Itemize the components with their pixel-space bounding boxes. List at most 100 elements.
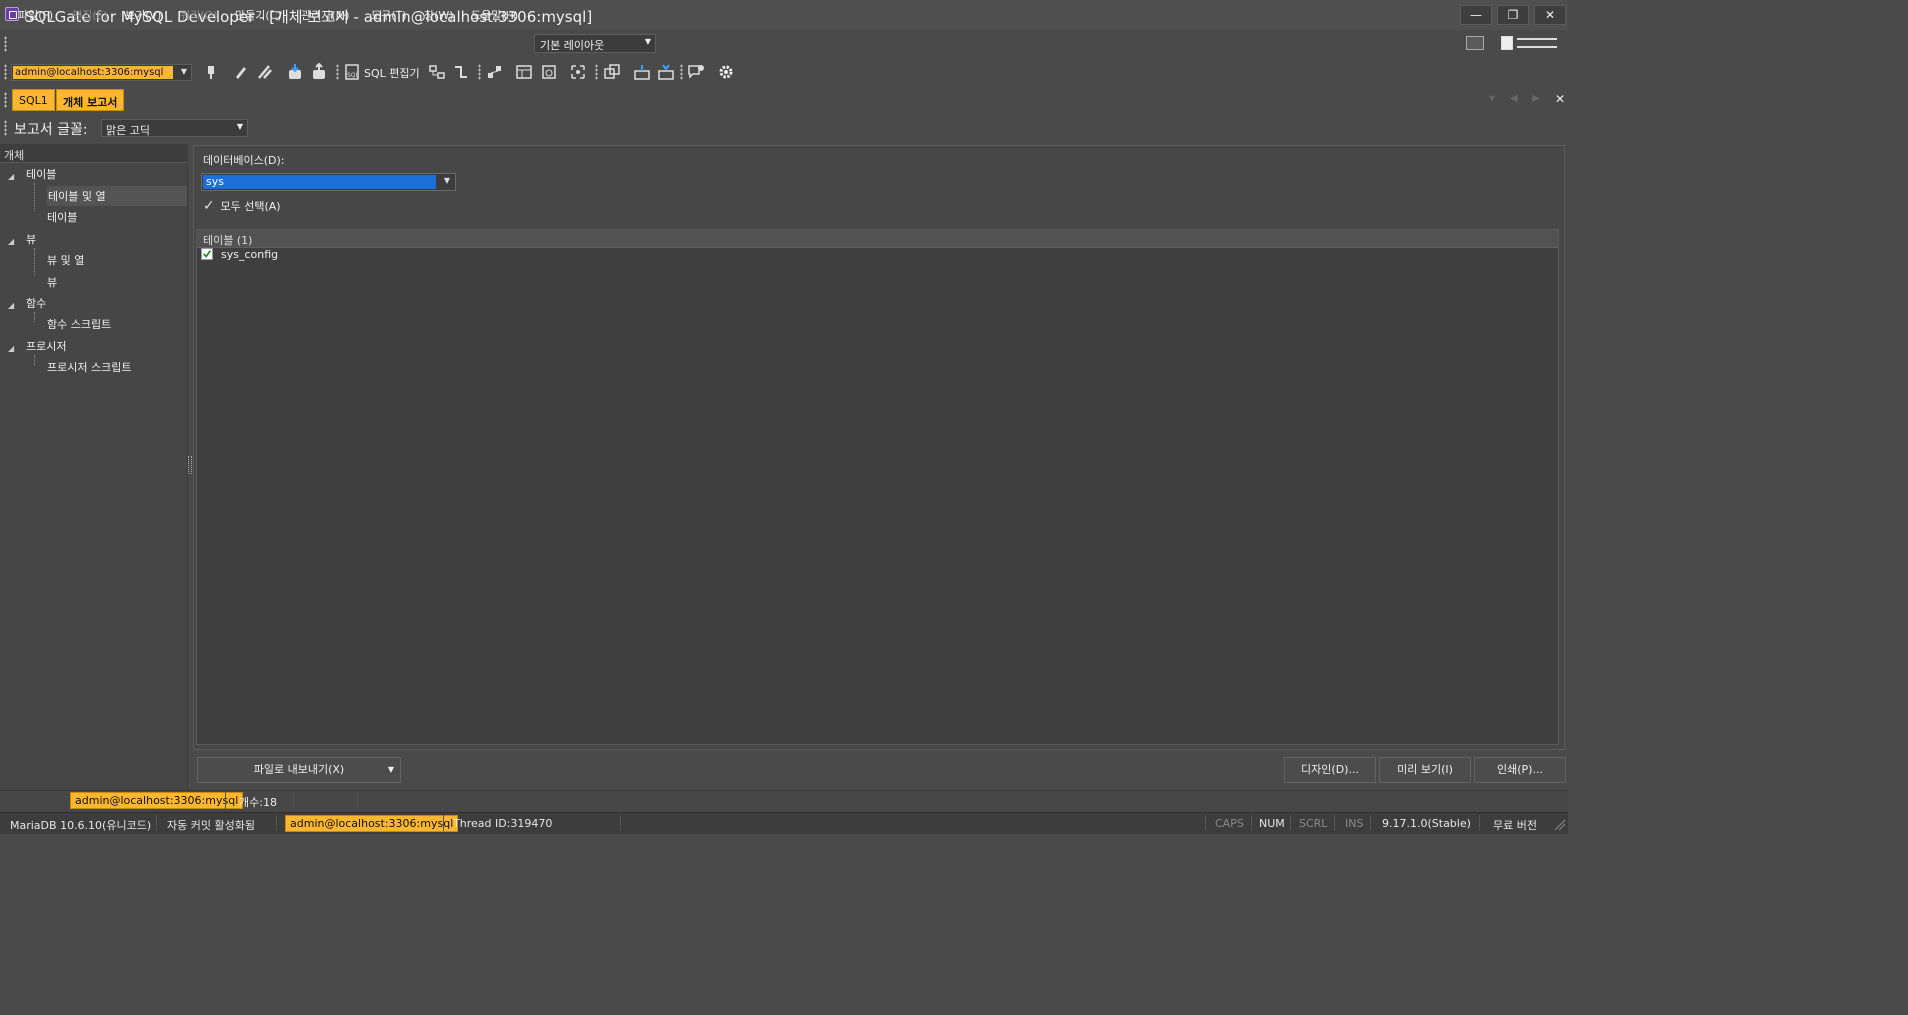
expand-arrow-icon[interactable]: ◢ [8,301,14,310]
tree-connector [34,248,35,276]
tree-group-procedures[interactable]: 프로시저 [26,338,66,354]
sql-editor-label[interactable]: SQL 편집기 [364,65,420,81]
tab-list-dropdown-icon[interactable]: ▼ [1489,94,1495,103]
relations-icon[interactable] [452,63,470,81]
tree-item-views[interactable]: 뷰 [47,274,57,290]
query-builder-icon[interactable] [540,63,558,81]
splitter-handle[interactable] [188,456,192,474]
menu-query[interactable]: 쿼리(Q) [180,7,217,23]
menu-edit[interactable]: 편집(E) [72,7,108,23]
status-version: 9.17.1.0(Stable) [1382,817,1471,830]
print-button[interactable]: 인쇄(P)... [1474,757,1566,783]
status-thread-id: Thread ID:319470 [453,817,553,830]
restore-icon[interactable] [657,63,675,81]
status-separator [1290,815,1291,831]
layout-select[interactable]: 기본 레이아웃 ▼ [534,34,656,53]
preview-button[interactable]: 미리 보기(I) [1379,757,1471,783]
app-logo-icon [5,7,19,21]
layout-panels-icon[interactable] [1517,38,1557,48]
export-to-file-button[interactable]: 파일로 내보내기(X) ▼ [197,757,401,783]
tree-group-views[interactable]: 뷰 [26,231,36,247]
toolbar-separator-icon [680,64,683,80]
menu-tools[interactable]: 도구(T) [371,7,407,23]
export-to-file-label: 파일로 내보내기(X) [253,763,345,776]
tree-item-views-and-columns[interactable]: 뷰 및 열 [47,252,84,268]
tab-scroll-right-icon[interactable]: ▶ [1532,93,1540,104]
backup-icon[interactable] [633,63,651,81]
close-tab-icon[interactable]: ✕ [1555,92,1565,106]
import-icon[interactable] [286,63,304,81]
status-separator [156,815,157,831]
database-select-value: sys [203,175,436,189]
svg-text:SQL: SQL [347,72,360,79]
tree-item-procedure-scripts[interactable]: 프로시저 스크립트 [47,359,131,375]
row-checkbox[interactable] [201,248,213,260]
tree-item-tables-and-columns[interactable]: 테이블 및 열 [47,186,187,206]
table-row-label[interactable]: sys_config [221,248,278,261]
status-separator [276,815,277,831]
report-font-select[interactable]: 맑은 고딕 ▼ [101,119,248,137]
tab-scroll-left-icon[interactable]: ◀ [1510,93,1518,104]
status-separator [1370,815,1371,831]
tree-group-tables[interactable]: 테이블 [26,166,56,182]
chevron-down-icon: ▼ [644,37,651,46]
tree-connector [34,355,35,365]
status-edition: 무료 버전 [1493,819,1537,832]
commit-icon[interactable] [232,63,250,81]
select-all-checkbox[interactable]: ✓ 모두 선택(A) [203,198,281,214]
chevron-down-icon: ▼ [180,67,187,76]
resize-grip-icon[interactable] [1553,818,1565,830]
disconnect-icon[interactable] [202,63,220,81]
report-font-value: 맑은 고딕 [106,124,150,137]
connection-select-value: admin@localhost:3306:mysql [13,66,173,79]
export-icon[interactable] [310,62,328,81]
connection-select[interactable]: admin@localhost:3306:mysql ▼ [11,64,192,81]
toolbar-grip-icon[interactable] [4,64,7,80]
layout-document-icon[interactable] [1501,36,1513,50]
menubar-grip-icon[interactable] [4,36,7,52]
tree-group-functions[interactable]: 함수 [26,295,46,311]
windows-icon[interactable] [603,63,621,81]
status-server: MariaDB 10.6.10(유니코드) [10,819,152,832]
close-window-button[interactable]: ✕ [1534,5,1566,25]
lower-connection-tab[interactable]: admin@localhost:3306:mysql [70,792,244,809]
data-compare-icon[interactable] [569,63,587,81]
database-label: 데이터베이스(D): [203,154,285,167]
object-count: 개수:18 [239,796,277,809]
design-button[interactable]: 디자인(D)... [1284,757,1376,783]
tab-sql1[interactable]: SQL1 [12,89,55,111]
diagram-icon[interactable] [486,63,504,81]
tree-item-function-scripts[interactable]: 함수 스크립트 [47,316,111,332]
table-list [196,229,1559,745]
status-separator [620,815,621,831]
tree-item-tables[interactable]: 테이블 [47,209,77,225]
feedback-icon[interactable] [687,63,705,81]
menu-file[interactable]: 파일(F) [18,7,53,23]
status-autocommit: 자동 커밋 활성화됨 [167,819,255,832]
menu-help[interactable]: 도움말(H) [471,7,518,23]
rollback-icon[interactable] [256,63,274,81]
report-font-label: 보고서 글꼴: [14,122,88,138]
expand-arrow-icon[interactable]: ◢ [8,237,14,246]
font-bar-grip-icon [4,120,7,136]
maximize-button[interactable]: ❐ [1497,5,1529,25]
expand-arrow-icon[interactable]: ◢ [8,172,14,181]
status-ins: INS [1345,817,1364,830]
menu-view[interactable]: 보기(V) [125,7,161,23]
database-select[interactable]: sys ▼ [201,173,456,191]
menu-window[interactable]: 창(W) [424,7,454,23]
sql-editor-icon[interactable]: SQL [343,63,361,81]
menu-admin[interactable]: 관리자(M) [301,7,349,23]
chevron-down-icon: ▼ [387,765,394,774]
schema-tree-icon[interactable] [428,63,446,81]
status-connection: admin@localhost:3306:mysql [285,815,459,832]
table-view-icon[interactable] [515,63,533,81]
settings-gear-icon[interactable] [717,63,735,81]
tabs-grip-icon [4,92,7,108]
expand-arrow-icon[interactable]: ◢ [8,344,14,353]
tab-object-report[interactable]: 개체 보고서 [56,89,125,111]
minimize-button[interactable]: — [1460,5,1492,25]
menu-create[interactable]: 만들기(C) [235,7,282,23]
strip-divider [293,792,294,809]
layout-window-icon[interactable] [1466,36,1484,50]
